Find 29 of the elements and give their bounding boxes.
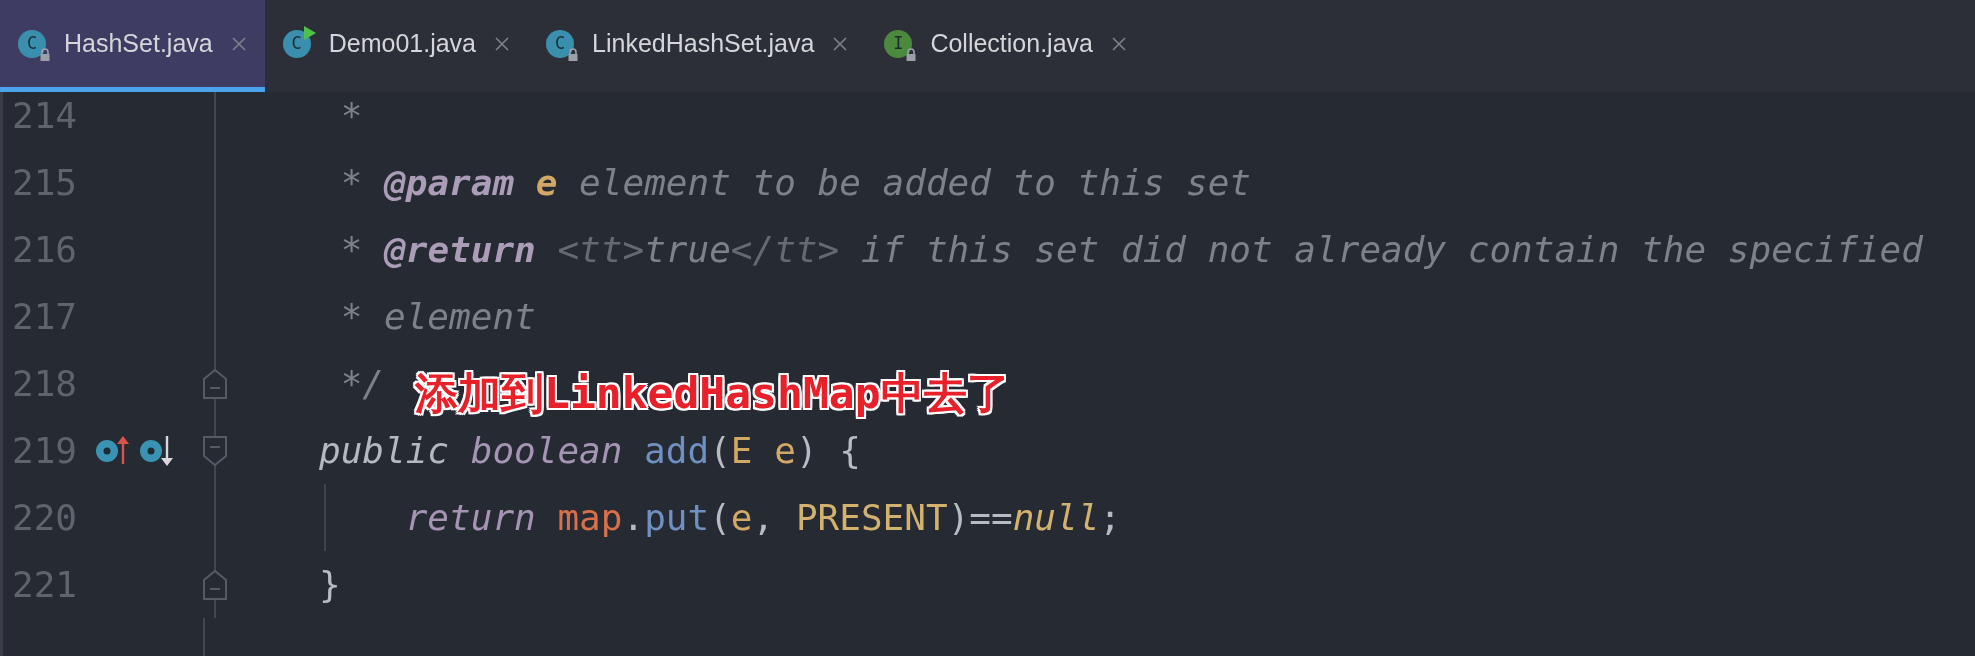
line-number: 217 xyxy=(11,296,79,337)
fold-icon[interactable] xyxy=(203,435,227,466)
code-line: */ xyxy=(339,363,385,404)
line-number: 216 xyxy=(11,229,79,270)
close-icon[interactable] xyxy=(494,35,510,52)
overridden-down-icon[interactable] xyxy=(138,433,176,468)
close-icon[interactable] xyxy=(1111,35,1127,52)
line-number: 214 xyxy=(11,95,79,136)
code-line: public boolean add(E e) { xyxy=(319,430,861,471)
code-line: * @return <tt>true</tt> if this set did not already contain the specified xyxy=(339,229,1923,270)
code-line: * xyxy=(339,95,363,136)
editor-tab[interactable]: C Demo01.java xyxy=(264,0,528,92)
line-number: 220 xyxy=(11,497,79,538)
line-number: 221 xyxy=(11,564,79,605)
editor-tab[interactable]: C LinkedHashSet.java xyxy=(528,0,867,92)
line-number: 215 xyxy=(11,162,79,203)
code-line: } xyxy=(319,564,341,605)
line-number: 218 xyxy=(11,363,79,404)
close-icon[interactable] xyxy=(832,35,849,52)
editor-tab[interactable]: C HashSet.java xyxy=(0,0,265,92)
code-line: * @param e element to be added to this set xyxy=(339,162,1251,203)
line-number: 219 xyxy=(11,430,79,471)
fold-icon[interactable] xyxy=(203,368,227,399)
editor-tab[interactable]: I Collection.java xyxy=(866,0,1145,92)
annotation-text: 添加到LinkedHashMap中去了 xyxy=(415,367,1010,420)
code-line: return map.put(e, PRESENT)==null; xyxy=(404,497,1122,538)
code-line: * element xyxy=(339,296,536,337)
close-icon[interactable] xyxy=(230,35,247,52)
fold-icon[interactable] xyxy=(203,569,227,600)
